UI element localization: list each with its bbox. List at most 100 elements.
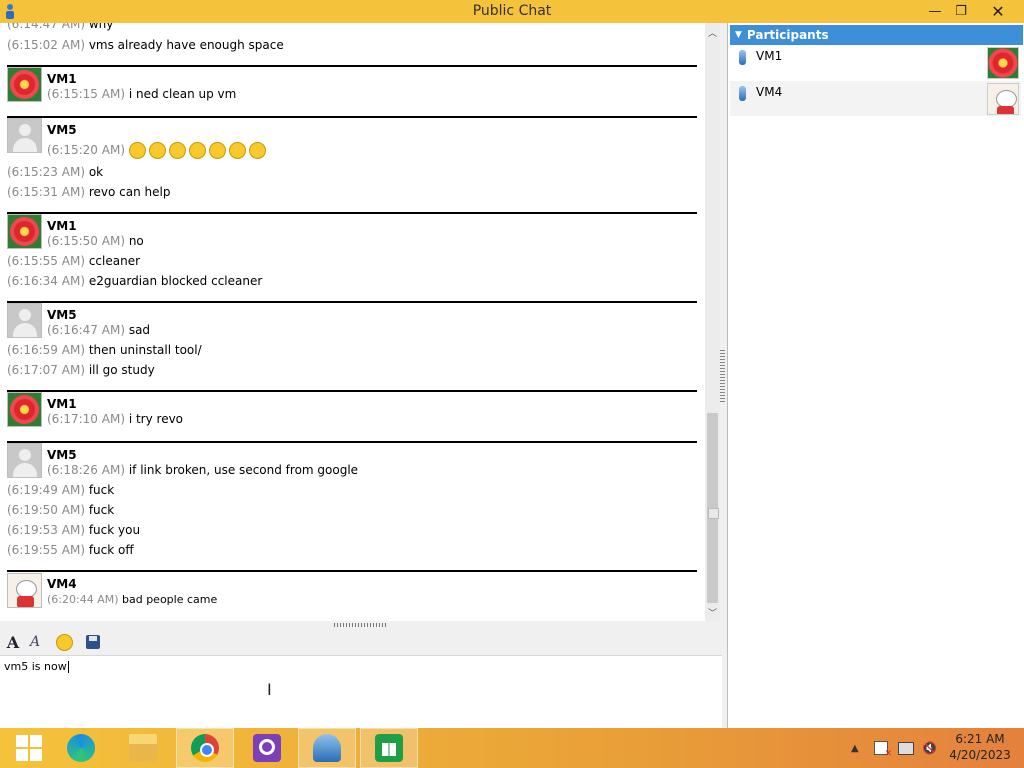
vertical-splitter[interactable]: [720, 350, 725, 402]
message-line: (6:17:07 AM) ill go study: [7, 363, 155, 377]
emoticon-icon[interactable]: [54, 632, 74, 652]
splitter-grip[interactable]: [334, 623, 387, 627]
emoji-icon: [188, 142, 206, 159]
emoji-icon: [148, 142, 166, 159]
message-line: (6:15:50 AM) no: [47, 234, 144, 248]
scroll-down-arrow-icon[interactable]: ﹀: [705, 605, 720, 620]
emoji-icon: [128, 142, 146, 159]
scrollbar-grip[interactable]: [708, 508, 719, 519]
avatar: [7, 573, 42, 608]
message-input[interactable]: vm5 is now: [0, 656, 722, 728]
participant-avatar: [987, 47, 1019, 79]
chrome-icon: [191, 734, 219, 762]
message-line: (6:19:55 AM) fuck off: [7, 543, 134, 557]
participants-title: Participants: [746, 28, 829, 42]
message-line: (6:14:47 AM) why: [7, 23, 114, 31]
message-line: (6:16:47 AM) sad: [47, 323, 151, 337]
window-title: Public Chat: [472, 3, 552, 19]
edge-icon: [67, 734, 95, 762]
participant-avatar: [987, 83, 1019, 115]
message-line: (6:15:55 AM) ccleaner: [7, 254, 141, 268]
taskbar-file-explorer[interactable]: [114, 728, 172, 768]
participant-item[interactable]: VM1: [730, 45, 1021, 80]
message-line: (6:17:10 AM) i try revo: [47, 412, 184, 426]
windows-logo-icon: [16, 735, 42, 761]
text-cursor-icon: Ⅰ: [267, 680, 272, 699]
system-clock[interactable]: 6:21 AM 4/20/2023: [945, 731, 1015, 763]
taskbar-edge[interactable]: [52, 728, 110, 768]
avatar: [7, 303, 42, 338]
sender-name: VM5: [47, 448, 77, 462]
message-line: (6:15:15 AM) i ned clean up vm: [47, 87, 237, 101]
avatar: [7, 118, 42, 153]
message-line: (6:15:20 AM): [47, 142, 269, 159]
scroll-up-arrow-icon[interactable]: ︿: [705, 25, 720, 40]
chat-history[interactable]: (6:14:47 AM) why (6:15:02 AM) vms alread…: [0, 23, 705, 621]
sender-name: VM1: [47, 219, 77, 233]
avatar: [7, 214, 42, 249]
taskbar-search-app[interactable]: [238, 728, 296, 768]
font-style-icon[interactable]: A: [25, 632, 45, 652]
message-line: (6:15:31 AM) revo can help: [7, 185, 171, 199]
emoji-icon: [228, 142, 246, 159]
network-icon[interactable]: [898, 728, 914, 768]
horizontal-splitter[interactable]: [0, 621, 722, 628]
user-status-icon: [739, 50, 746, 65]
sender-name: VM1: [47, 397, 77, 411]
emoji-icon: [168, 142, 186, 159]
store-icon: [375, 734, 403, 762]
message-separator: [7, 390, 697, 392]
action-center-flag-icon[interactable]: [874, 728, 892, 768]
clock-date: 4/20/2023: [949, 748, 1011, 762]
save-icon[interactable]: [83, 632, 103, 652]
participants-panel: ▼ Participants VM1 VM4: [727, 23, 1024, 728]
avatar: [7, 67, 42, 102]
message-line: (6:20:44 AM) bad people came: [47, 593, 218, 606]
search-app-icon: [253, 734, 281, 762]
close-button[interactable]: ✕: [982, 0, 1014, 22]
chat-scrollbar[interactable]: ︿ ﹀: [705, 23, 720, 621]
message-separator: [7, 301, 697, 303]
chat-app-icon: [313, 734, 341, 762]
message-input-text[interactable]: vm5 is now: [4, 660, 69, 673]
message-line: (6:18:26 AM) if link broken, use second …: [47, 463, 359, 477]
message-separator: [7, 212, 697, 214]
message-separator: [7, 441, 697, 443]
font-icon[interactable]: A: [3, 632, 23, 652]
sender-name: VM4: [47, 577, 77, 591]
participant-item[interactable]: VM4: [730, 81, 1021, 116]
title-bar: Public Chat — ❐ ✕: [0, 0, 1024, 23]
taskbar: ▲ 🔇 6:21 AM 4/20/2023: [0, 728, 1024, 768]
message-line: (6:16:59 AM) then uninstall tool/: [7, 343, 202, 357]
sender-name: VM5: [47, 308, 77, 322]
clock-time: 6:21 AM: [955, 732, 1005, 746]
collapse-triangle-icon[interactable]: ▼: [735, 30, 742, 40]
message-line: (6:15:23 AM) ok: [7, 165, 104, 179]
message-line: (6:19:53 AM) fuck you: [7, 523, 141, 537]
message-separator: [7, 116, 697, 118]
message-line: (6:15:02 AM) vms already have enough spa…: [7, 38, 284, 52]
participants-header[interactable]: ▼ Participants: [730, 25, 1023, 45]
avatar: [7, 443, 42, 478]
file-explorer-icon: [129, 734, 157, 762]
message-separator: [7, 65, 697, 67]
sender-name: VM1: [47, 72, 77, 86]
emoji-icon: [208, 142, 226, 159]
message-line: (6:16:34 AM) e2guardian blocked ccleaner: [7, 274, 263, 288]
taskbar-chrome[interactable]: [176, 728, 234, 768]
message-separator: [7, 570, 697, 572]
start-button[interactable]: [0, 728, 58, 768]
taskbar-chat-app[interactable]: [298, 728, 356, 768]
user-status-icon: [739, 86, 746, 101]
message-line: (6:19:50 AM) fuck: [7, 503, 115, 517]
format-toolbar: A A: [0, 629, 722, 656]
avatar: [7, 392, 42, 427]
sender-name: VM5: [47, 123, 77, 137]
restore-button[interactable]: ❐: [945, 0, 977, 22]
volume-muted-icon[interactable]: 🔇: [922, 728, 938, 768]
emoji-icon: [248, 142, 266, 159]
taskbar-store[interactable]: [360, 728, 418, 768]
participant-name: VM4: [756, 85, 783, 99]
show-hidden-icons-icon[interactable]: ▲: [851, 728, 859, 768]
message-line: (6:19:49 AM) fuck: [7, 483, 115, 497]
